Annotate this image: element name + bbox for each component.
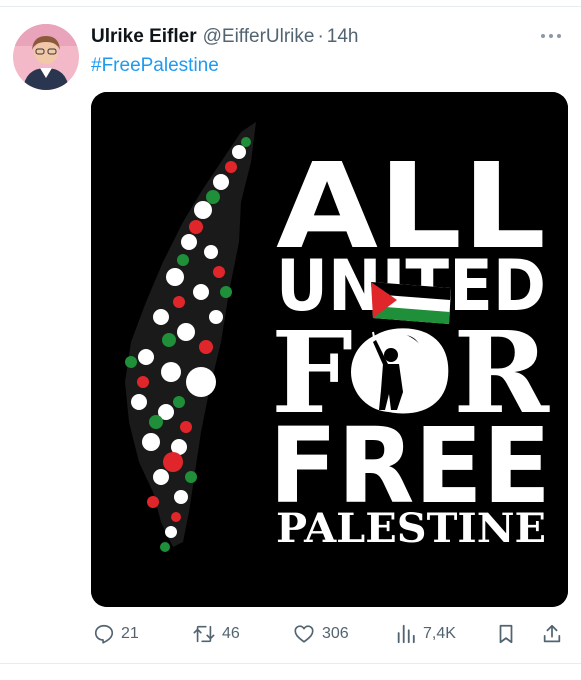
more-horizontal-icon[interactable] [541,28,567,44]
retweet-count: 46 [222,625,240,642]
reply-count: 21 [121,625,139,642]
tweet[interactable]: Ulrike Eifler @EifferUlrike · 14h #FreeP… [0,0,581,680]
reply-icon [94,624,114,644]
reply-button[interactable]: 21 [93,618,139,650]
author-handle[interactable]: @EifferUlrike [203,26,315,48]
views-chart-icon [397,624,415,644]
bookmark-icon [499,624,513,644]
child-silhouette-graphic [351,332,431,412]
tweet-header: Ulrike Eifler @EifferUlrike · 14h [91,24,359,50]
separator-dot: · [317,26,324,47]
share-icon [543,624,561,643]
divider [0,663,581,664]
heart-icon [294,625,314,643]
views-count: 7,4K [423,625,456,642]
timestamp[interactable]: 14h [327,26,359,48]
action-bar: 21 46 306 7,4K [0,618,581,650]
share-button[interactable] [541,618,563,650]
hashtag-link[interactable]: #FreePalestine [91,55,219,77]
bookmark-button[interactable] [496,618,516,650]
tweet-media-image[interactable]: ALL UNITED FOR FREE PALESTINE [91,92,568,607]
avatar[interactable] [13,24,79,90]
poster-line-palestine: PALESTINE [276,505,546,552]
views-button[interactable]: 7,4K [395,618,456,650]
retweet-button[interactable]: 46 [192,618,240,650]
author-name[interactable]: Ulrike Eifler [91,26,197,48]
retweet-icon [193,625,215,643]
divider [0,6,581,7]
like-button[interactable]: 306 [292,618,349,650]
like-count: 306 [322,625,349,642]
